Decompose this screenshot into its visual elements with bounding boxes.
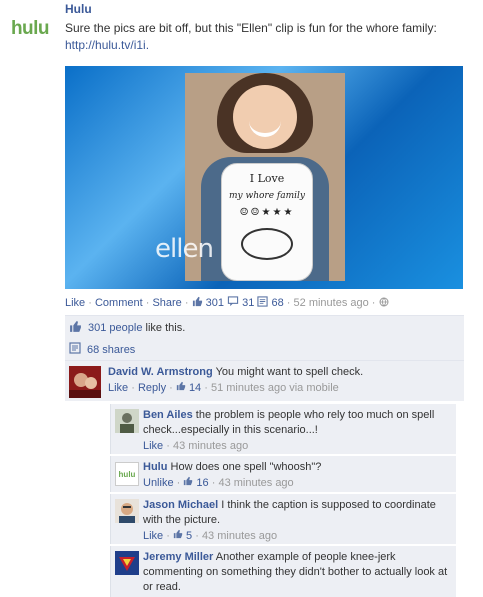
sign-line3: ☺☺★★★ xyxy=(239,207,295,218)
page-avatar[interactable]: hulu xyxy=(5,4,55,54)
sign-line2: my whore family xyxy=(229,191,305,201)
sign-line1: I Love xyxy=(249,172,285,185)
replier-avatar[interactable]: hulu xyxy=(115,462,139,486)
comment-like-link[interactable]: Like xyxy=(108,382,128,394)
replier-name[interactable]: Ben Ailes xyxy=(143,409,193,421)
reply-meta: Like · 43 minutes ago xyxy=(143,440,249,452)
share-icon xyxy=(257,296,269,310)
replier-name[interactable]: Hulu xyxy=(143,461,167,473)
post: Hulu Sure the pics are bit off, but this… xyxy=(65,2,477,54)
thumbs-up-icon xyxy=(176,381,189,394)
likes-suffix: like this. xyxy=(145,322,186,334)
comment-item: David W. Armstrong You might want to spe… xyxy=(65,361,464,401)
comment-bubble-icon xyxy=(227,296,239,310)
reply-body: Hulu How does one spell "whoosh"? Unlike… xyxy=(143,460,448,491)
reply-meta: Unlike · 16 · 43 minutes ago xyxy=(143,476,294,489)
share-link[interactable]: Share xyxy=(152,297,181,309)
thumbs-up-icon xyxy=(192,296,203,310)
thumbs-up-icon xyxy=(183,476,196,489)
likes-summary: 301 people like this. xyxy=(65,315,464,338)
replier-avatar[interactable] xyxy=(115,551,139,575)
reply-timestamp[interactable]: 43 minutes ago xyxy=(202,530,277,542)
comment-meta: Like · Reply · 14 · 51 minutes ago via m… xyxy=(108,381,339,394)
reply-text: How does one spell "whoosh"? xyxy=(170,461,322,473)
reply-item: Jason Michael I think the caption is sup… xyxy=(110,494,456,544)
replier-avatar[interactable] xyxy=(115,499,139,523)
replier-name[interactable]: Jeremy Miller xyxy=(143,551,213,563)
reply-body: Jason Michael I think the caption is sup… xyxy=(143,498,448,544)
ellen-watermark: ellen xyxy=(155,234,214,264)
comment-text: You might want to spell check. xyxy=(215,366,364,378)
reply-like-count[interactable]: 16 xyxy=(196,477,208,489)
reply-like-link[interactable]: Like xyxy=(143,530,163,542)
post-link[interactable]: http://hulu.tv/i1i. xyxy=(65,38,149,52)
hulu-logo: hulu xyxy=(115,462,139,486)
thumbs-up-icon xyxy=(69,320,82,336)
sign-drawing xyxy=(241,228,293,260)
commenter-avatar[interactable] xyxy=(69,366,101,398)
post-timestamp[interactable]: 52 minutes ago xyxy=(294,297,369,309)
reply-meta: Like · 5 · 43 minutes ago xyxy=(143,529,278,542)
globe-icon xyxy=(379,297,389,310)
reply-timestamp[interactable]: 43 minutes ago xyxy=(173,440,248,452)
replier-name[interactable]: Jason Michael xyxy=(143,499,218,511)
post-action-bar: Like · Comment · Share · 301 31 68 · 52 … xyxy=(65,296,389,310)
like-link[interactable]: Like xyxy=(65,297,85,309)
comment-count[interactable]: 31 xyxy=(242,297,254,309)
likers-link[interactable]: 301 people xyxy=(88,322,142,334)
comment-body: David W. Armstrong You might want to spe… xyxy=(108,365,458,396)
comment-like-count[interactable]: 14 xyxy=(189,382,201,394)
reply-item: Ben Ailes the problem is people who rely… xyxy=(110,404,456,454)
video-thumbnail[interactable]: I Love my whore family ☺☺★★★ ellen xyxy=(65,66,463,289)
reply-item: Jeremy Miller Another example of people … xyxy=(110,546,456,597)
reply-like-count[interactable]: 5 xyxy=(186,530,192,542)
post-body-text: Sure the pics are bit off, but this "Ell… xyxy=(65,21,437,35)
reply-unlike-link[interactable]: Unlike xyxy=(143,477,174,489)
comment-link[interactable]: Comment xyxy=(95,297,143,309)
hulu-logo: hulu xyxy=(10,18,50,39)
reply-timestamp[interactable]: 43 minutes ago xyxy=(218,477,293,489)
commenter-name[interactable]: David W. Armstrong xyxy=(108,366,213,378)
shares-summary: 68 shares xyxy=(65,338,464,360)
post-text: Sure the pics are bit off, but this "Ell… xyxy=(65,20,477,54)
child-face xyxy=(233,85,297,149)
comment-timestamp[interactable]: 51 minutes ago via mobile xyxy=(211,382,339,394)
reply-item: hulu Hulu How does one spell "whoosh"? U… xyxy=(110,456,456,492)
share-count[interactable]: 68 xyxy=(272,297,284,309)
like-count[interactable]: 301 xyxy=(206,297,224,309)
replier-avatar[interactable] xyxy=(115,409,139,433)
post-author-link[interactable]: Hulu xyxy=(65,2,477,16)
reply-like-link[interactable]: Like xyxy=(143,440,163,452)
reply-body: Jeremy Miller Another example of people … xyxy=(143,550,448,595)
handwritten-sign: I Love my whore family ☺☺★★★ xyxy=(221,163,313,281)
share-icon xyxy=(69,342,81,357)
thumbs-up-icon xyxy=(173,529,186,542)
shares-link[interactable]: 68 shares xyxy=(87,344,135,356)
comment-reply-link[interactable]: Reply xyxy=(138,382,166,394)
reply-body: Ben Ailes the problem is people who rely… xyxy=(143,408,448,454)
